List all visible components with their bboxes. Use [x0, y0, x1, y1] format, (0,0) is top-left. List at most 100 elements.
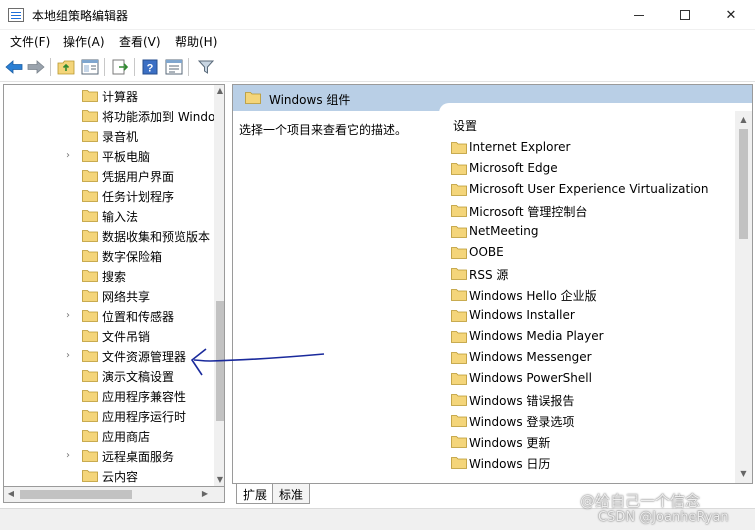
menu-bar: 文件(F) 操作(A) 查看(V) 帮助(H)	[0, 30, 755, 52]
tree-item-label: 凭据用户界面	[102, 170, 175, 184]
menu-action[interactable]: 操作(A)	[63, 33, 105, 50]
list-item[interactable]: Windows Messenger	[451, 348, 731, 369]
expand-chevron-icon[interactable]: ›	[66, 150, 76, 162]
menu-view[interactable]: 查看(V)	[119, 33, 161, 50]
tree-item-label: 任务计划程序	[102, 190, 175, 204]
list-item[interactable]: Internet Explorer	[451, 138, 731, 159]
scroll-right-arrow-icon[interactable]: ▶	[199, 488, 211, 500]
tree-vertical-scrollbar[interactable]: ▲ ▼	[214, 85, 224, 486]
group-policy-app-icon	[8, 8, 24, 22]
tree-item[interactable]: › 平板电脑	[4, 146, 214, 166]
list-item[interactable]: Microsoft User Experience Virtualization	[451, 180, 731, 201]
description-panel: 选择一个项目来查看它的描述。	[233, 111, 439, 483]
tree-horizontal-scrollbar[interactable]: ◀ ▶	[3, 487, 225, 503]
list-item[interactable]: Windows 日历	[451, 453, 731, 474]
expand-chevron-icon[interactable]: ›	[66, 310, 76, 322]
tree-item[interactable]: 任务计划程序	[4, 186, 214, 206]
scroll-down-arrow-icon[interactable]: ▼	[214, 474, 224, 486]
tree-item-label: 应用程序运行时	[102, 410, 187, 424]
folder-icon	[245, 92, 261, 104]
tree-item-label: 搜索	[102, 270, 127, 284]
handdrawn-arrow-annotation	[190, 348, 325, 376]
expand-chevron-icon[interactable]: ›	[66, 350, 76, 362]
folder-icon	[451, 393, 467, 409]
tree-item[interactable]: 将功能添加到 Windo	[4, 106, 215, 126]
list-item-label: Microsoft Edge	[469, 161, 558, 175]
svg-text:?: ?	[147, 63, 154, 75]
folder-icon	[82, 329, 98, 345]
maximize-button[interactable]	[662, 0, 708, 30]
scroll-down-arrow-icon[interactable]: ▼	[737, 467, 750, 480]
settings-column-header[interactable]: 设置	[453, 117, 477, 134]
tree-hscroll-thumb[interactable]	[20, 490, 132, 499]
tree-item[interactable]: 计算器	[4, 86, 214, 106]
tree-item[interactable]: 搜索	[4, 266, 214, 286]
tree-item[interactable]: › 位置和传感器	[4, 306, 214, 326]
folder-icon	[451, 309, 467, 325]
folder-icon	[451, 435, 467, 451]
list-item-label: Windows 日历	[469, 457, 551, 471]
list-item[interactable]: Windows 登录选项	[451, 411, 731, 432]
folder-icon	[451, 162, 467, 178]
tab-extended[interactable]: 扩展	[236, 484, 275, 504]
list-item[interactable]: Windows Media Player	[451, 327, 731, 348]
scroll-up-arrow-icon[interactable]: ▲	[214, 85, 224, 97]
folder-icon	[451, 456, 467, 472]
menu-file[interactable]: 文件(F)	[10, 33, 50, 50]
list-item[interactable]: Windows Installer	[451, 306, 731, 327]
list-item[interactable]: RSS 源	[451, 264, 731, 285]
tree-item[interactable]: 应用程序运行时	[4, 406, 214, 426]
tree-item[interactable]: 应用程序兼容性	[4, 386, 214, 406]
tree-item[interactable]: 输入法	[4, 206, 214, 226]
list-item[interactable]: Microsoft 管理控制台	[451, 201, 731, 222]
close-button[interactable]: ✕	[708, 0, 754, 30]
tree-item-label: 演示文稿设置	[102, 370, 175, 384]
tree-item-label: 输入法	[102, 210, 139, 224]
tree-item[interactable]: › 远程桌面服务	[4, 446, 214, 466]
list-item[interactable]: NetMeeting	[451, 222, 731, 243]
tree-item[interactable]: 凭据用户界面	[4, 166, 214, 186]
folder-icon	[451, 330, 467, 346]
menu-help[interactable]: 帮助(H)	[175, 33, 217, 50]
tree-item[interactable]: 录音机	[4, 126, 214, 146]
settings-vertical-scrollbar[interactable]: ▲ ▼	[735, 111, 752, 483]
list-item[interactable]: OOBE	[451, 243, 731, 264]
tree-item[interactable]: 应用商店	[4, 426, 214, 446]
tree-item[interactable]: 网络共享	[4, 286, 214, 306]
up-folder-icon[interactable]	[56, 57, 76, 77]
tree-item[interactable]: 云内容	[4, 466, 214, 486]
settings-scroll-thumb[interactable]	[739, 129, 748, 239]
tree-item[interactable]: 数字保险箱	[4, 246, 214, 266]
list-item[interactable]: Windows 错误报告	[451, 390, 731, 411]
console-tree[interactable]: 计算器 将功能添加到 Windo 录音机 › 平板电脑凭据用户界面 任务计划程序 输入法数据…	[3, 84, 225, 487]
scroll-up-arrow-icon[interactable]: ▲	[737, 113, 750, 126]
tree-item[interactable]: 数据收集和预览版本	[4, 226, 214, 246]
folder-icon	[82, 149, 98, 165]
forward-arrow-icon[interactable]	[26, 57, 46, 77]
properties-icon[interactable]	[164, 57, 184, 77]
settings-list[interactable]: 设置 Internet Explorer Microsoft Edge Micros…	[439, 103, 752, 483]
export-list-icon[interactable]	[110, 57, 130, 77]
show-hide-tree-icon[interactable]	[80, 57, 100, 77]
folder-icon	[82, 429, 98, 445]
minimize-icon	[634, 14, 644, 16]
list-item[interactable]: Windows 更新	[451, 432, 731, 453]
help-icon[interactable]: ?	[140, 57, 160, 77]
minimize-button[interactable]	[616, 0, 662, 30]
back-arrow-icon[interactable]	[4, 57, 24, 77]
filter-icon[interactable]	[196, 57, 216, 77]
expand-chevron-icon[interactable]: ›	[66, 450, 76, 462]
list-item[interactable]: Windows Hello 企业版	[451, 285, 731, 306]
scroll-left-arrow-icon[interactable]: ◀	[5, 488, 17, 500]
list-item[interactable]: Microsoft Edge	[451, 159, 731, 180]
watermark-credit: CSDN @JoanheRyan	[598, 510, 729, 525]
folder-icon	[451, 372, 467, 388]
list-item-label: Windows Media Player	[469, 329, 604, 343]
list-item-label: Windows Messenger	[469, 350, 592, 364]
details-header-title: Windows 组件	[269, 93, 351, 107]
folder-icon	[451, 351, 467, 367]
folder-icon	[451, 183, 467, 199]
tree-item-label: 位置和传感器	[102, 310, 175, 324]
tab-standard[interactable]: 标准	[272, 484, 311, 504]
list-item[interactable]: Windows PowerShell	[451, 369, 731, 390]
